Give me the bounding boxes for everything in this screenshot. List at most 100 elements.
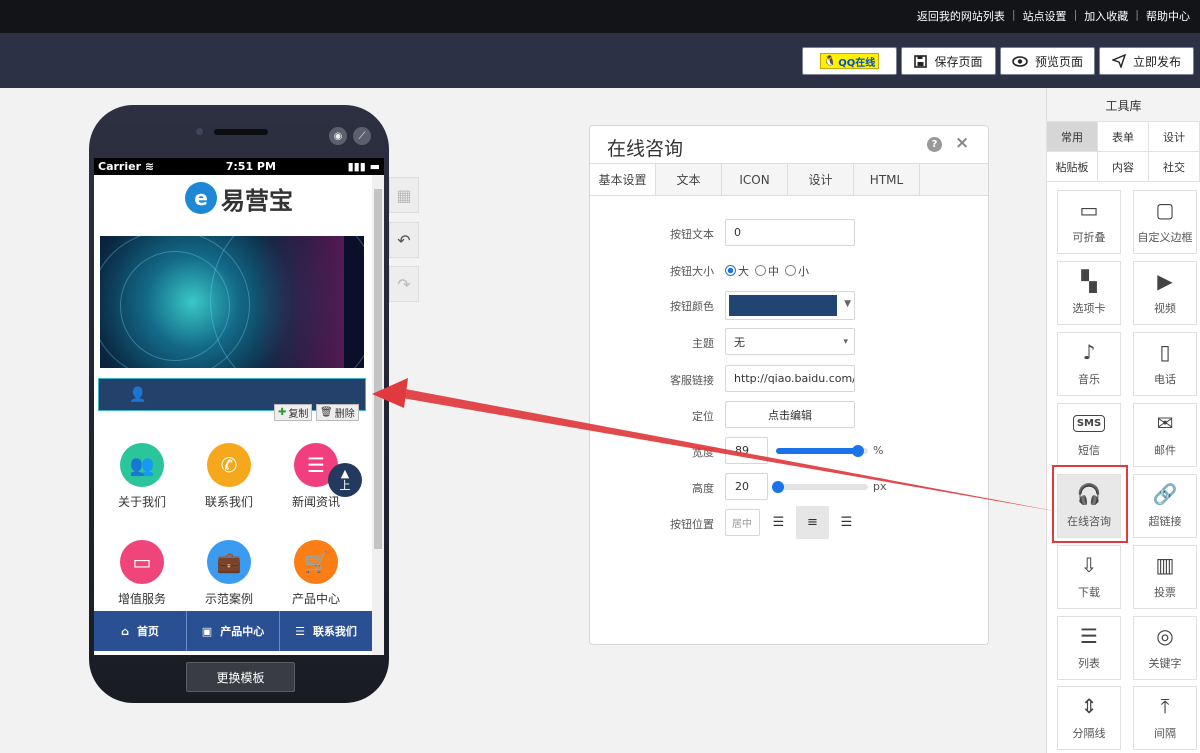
tab-basic[interactable]: 基本设置 (590, 164, 656, 195)
category-social[interactable]: 社交 (1148, 151, 1200, 182)
tool-video[interactable]: ▶ 视频 (1133, 261, 1197, 325)
grid-label: 增值服务 (117, 592, 166, 606)
label-button-color: 按钮颜色 (670, 300, 714, 313)
briefcase-icon: 💼 (207, 540, 251, 584)
align-right-icon[interactable]: ☰ (830, 506, 863, 539)
category-content[interactable]: 内容 (1097, 151, 1149, 182)
phone-scrollbar[interactable] (372, 175, 384, 655)
tool-divider[interactable]: ⇕ 分隔线 (1057, 686, 1121, 750)
grid-item-cases[interactable]: 💼 示范案例 (189, 540, 269, 607)
link-site-settings[interactable]: 站点设置 (1019, 8, 1071, 24)
label-height: 高度 (692, 482, 714, 495)
width-input[interactable]: 89 (725, 437, 768, 464)
radio-large[interactable]: 大 (725, 263, 749, 279)
label-button-align: 按钮位置 (670, 518, 714, 531)
camera (196, 128, 203, 135)
list-icon: ☰ (1080, 624, 1098, 648)
grid-item-contact[interactable]: ✆ 联系我们 (189, 443, 269, 510)
wechat-icon[interactable]: ◉ (329, 127, 347, 145)
video-icon: ▶ (1157, 269, 1173, 293)
button-text-input[interactable]: 0 (725, 219, 855, 246)
site-logo[interactable]: e 易营宝 (94, 175, 384, 221)
people-icon: 👥 (120, 443, 164, 487)
banner-image[interactable] (100, 236, 364, 368)
width-slider-knob[interactable] (851, 445, 864, 457)
qq-online-button[interactable]: 🐧 QQ在线 (802, 47, 897, 75)
target-icon: ◎ (1156, 624, 1174, 648)
height-input[interactable]: 20 (725, 473, 768, 500)
align-left-icon[interactable]: ☰ (762, 506, 795, 539)
copy-button[interactable]: ✚ 复制 (274, 404, 313, 421)
tool-tabs[interactable]: ▚ 选项卡 (1057, 261, 1121, 325)
publish-button[interactable]: 立即发布 (1099, 47, 1194, 75)
phone-frame: ◉ ⟋ Carrier ≋ 7:51 PM ▮▮▮ ▬ e 易营宝 👤 ✚ 复制 … (89, 105, 389, 703)
banner-glow (254, 236, 344, 368)
phone-screen: Carrier ≋ 7:51 PM ▮▮▮ ▬ e 易营宝 👤 ✚ 复制 🗑 删除 … (94, 158, 384, 655)
height-slider[interactable] (771, 481, 868, 493)
tool-keyword[interactable]: ◎ 关键字 (1133, 616, 1197, 680)
sms-icon: SMS (1058, 404, 1120, 442)
color-swatch (729, 295, 837, 316)
link-help-center[interactable]: 帮助中心 (1142, 8, 1194, 24)
tab-text[interactable]: 文本 (656, 164, 722, 195)
delete-button[interactable]: 🗑 删除 (316, 404, 359, 421)
tool-download[interactable]: ⇩ 下载 (1057, 545, 1121, 609)
label-width: 宽度 (692, 446, 714, 459)
edit-position-button[interactable]: 点击编辑 (725, 401, 855, 428)
tool-custom-border[interactable]: ▢ 自定义边框 (1133, 190, 1197, 254)
category-common[interactable]: 常用 (1046, 121, 1098, 152)
save-icon (914, 54, 928, 68)
undo-icon[interactable]: ↶ (389, 222, 419, 258)
scroll-thumb[interactable] (374, 189, 382, 549)
nav-home[interactable]: ⌂ 首页 (94, 611, 187, 651)
radio-medium[interactable]: 中 (755, 263, 779, 279)
tool-music[interactable]: ♪ 音乐 (1057, 332, 1121, 396)
redo-icon[interactable]: ↷ (389, 266, 419, 302)
tool-list[interactable]: ☰ 列表 (1057, 616, 1121, 680)
images-icon: ▣ (201, 624, 213, 638)
radio-small[interactable]: 小 (785, 263, 809, 279)
category-design[interactable]: 设计 (1148, 121, 1200, 152)
theme-select[interactable]: 无 ▾ (725, 328, 855, 355)
grid-label: 关于我们 (117, 495, 166, 509)
link-my-sites[interactable]: 返回我的网站列表 (913, 8, 1009, 24)
align-value-field[interactable]: 居中 (725, 509, 760, 536)
height-unit: px (873, 480, 887, 493)
tool-hyperlink[interactable]: 🔗 超链接 (1133, 474, 1197, 538)
speaker (214, 129, 268, 135)
tool-spacer[interactable]: ⤒ 间隔 (1133, 686, 1197, 750)
stats-icon[interactable]: ⟋ (353, 127, 371, 145)
nav-products[interactable]: ▣ 产品中心 (187, 611, 280, 651)
button-color-picker[interactable]: ▼ (725, 291, 855, 320)
height-slider-knob[interactable] (771, 481, 784, 493)
save-page-button[interactable]: 保存页面 (901, 47, 996, 75)
tool-sms[interactable]: SMS 短信 (1057, 403, 1121, 467)
change-template-button[interactable]: 更换模板 (186, 662, 295, 692)
width-slider-fill (776, 448, 858, 454)
close-icon[interactable]: × (955, 133, 969, 153)
tool-collapsible[interactable]: ▭ 可折叠 (1057, 190, 1121, 254)
qrcode-icon[interactable]: ▦ (389, 177, 419, 213)
service-link-input[interactable]: http://qiao.baidu.com/?i (725, 365, 855, 392)
grid-item-about[interactable]: 👥 关于我们 (102, 443, 182, 510)
width-slider[interactable] (776, 445, 868, 457)
preview-page-button[interactable]: 预览页面 (1000, 47, 1095, 75)
align-center-icon[interactable]: ≡ (796, 506, 829, 539)
theme-value: 无 (734, 335, 745, 349)
tab-icon[interactable]: ICON (722, 164, 788, 195)
category-form[interactable]: 表单 (1097, 121, 1149, 152)
back-to-top-button[interactable]: ▲ 上 (328, 463, 362, 497)
link-add-favorite[interactable]: 加入收藏 (1080, 8, 1132, 24)
nav-contact[interactable]: ☰ 联系我们 (280, 611, 372, 651)
tool-phone[interactable]: ▯ 电话 (1133, 332, 1197, 396)
grid-label: 产品中心 (291, 592, 340, 606)
grid-item-services[interactable]: ▭ 增值服务 (102, 540, 182, 607)
grid-item-products[interactable]: 🛒 产品中心 (276, 540, 356, 607)
tab-design[interactable]: 设计 (788, 164, 854, 195)
tool-vote[interactable]: ▥ 投票 (1133, 545, 1197, 609)
tool-mail[interactable]: ✉ 邮件 (1133, 403, 1197, 467)
help-icon[interactable]: ? (927, 137, 942, 152)
button-size-radios: 大 中 小 (725, 263, 809, 279)
tab-html[interactable]: HTML (854, 164, 920, 195)
category-clipboard[interactable]: 粘贴板 (1046, 151, 1098, 182)
